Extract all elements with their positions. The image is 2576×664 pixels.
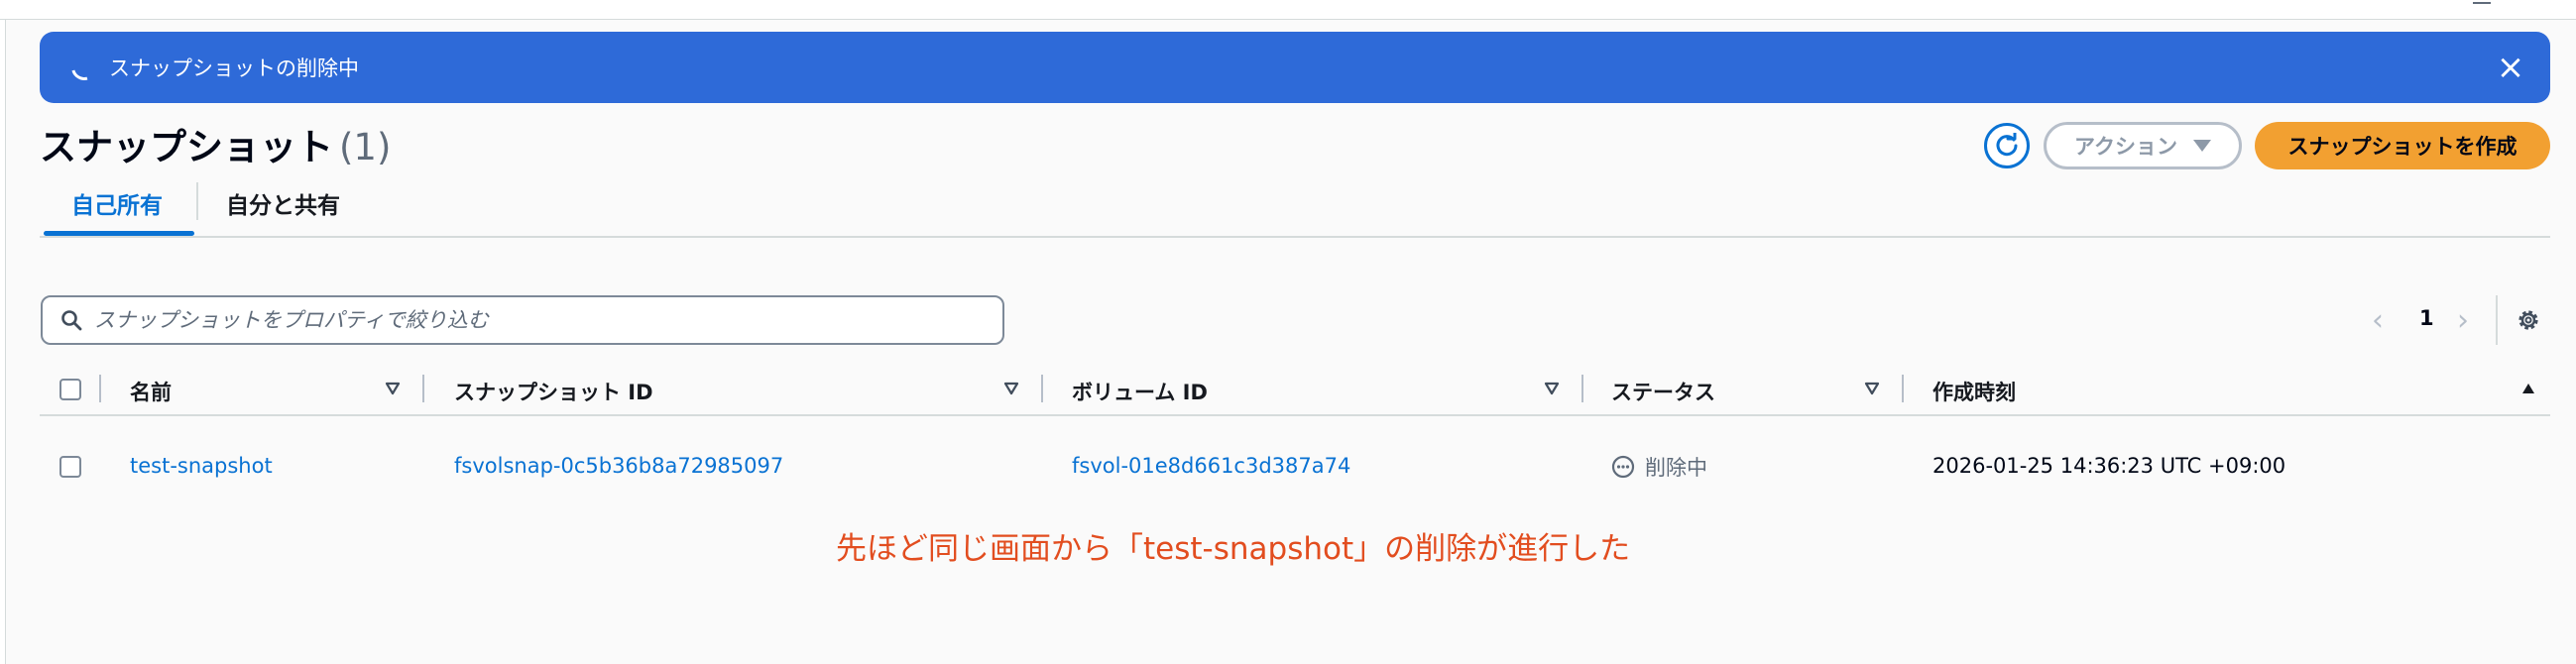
top-border bbox=[0, 0, 2576, 20]
refresh-icon bbox=[1996, 133, 2018, 157]
column-header-volume-id[interactable]: ボリューム ID bbox=[1072, 377, 1208, 406]
column-header-snapshot-id[interactable]: スナップショット ID bbox=[454, 377, 653, 406]
search-icon bbox=[61, 310, 82, 331]
active-tab-indicator bbox=[44, 231, 194, 236]
left-border bbox=[0, 20, 6, 664]
filter-box[interactable] bbox=[41, 295, 1004, 345]
page-title: スナップショット (1) bbox=[40, 117, 391, 170]
sort-down-icon[interactable] bbox=[1864, 381, 1880, 396]
column-separator[interactable] bbox=[1041, 375, 1043, 402]
actions-dropdown-button[interactable]: アクション bbox=[2044, 122, 2242, 169]
sort-down-icon[interactable] bbox=[1544, 381, 1560, 396]
column-separator[interactable] bbox=[422, 375, 424, 402]
table-header: 名前 スナップショット ID ボリューム ID ステータス 作成時刻 bbox=[40, 365, 2550, 416]
column-separator bbox=[99, 375, 101, 402]
column-separator[interactable] bbox=[1581, 375, 1583, 402]
chevron-right-icon[interactable]: › bbox=[2457, 303, 2469, 338]
snapshot-id-link[interactable]: fsvolsnap-0c5b36b8a72985097 bbox=[454, 454, 783, 478]
flash-notification: スナップショットの削除中 × bbox=[40, 32, 2550, 103]
select-all-checkbox[interactable] bbox=[59, 379, 81, 400]
annotation-note: 先ほど同じ画面から「test-snapshot」の削除が進行した bbox=[836, 531, 1631, 567]
status-indicator: 削除中 bbox=[1611, 452, 1707, 482]
settings-icon[interactable] bbox=[2516, 307, 2541, 333]
status-text: 削除中 bbox=[1645, 456, 1707, 480]
filter-input[interactable] bbox=[94, 308, 967, 332]
window-corner-mark bbox=[2473, 0, 2491, 4]
volume-id-link[interactable]: fsvol-01e8d661c3d387a74 bbox=[1072, 454, 1350, 478]
flash-message: スナップショットの削除中 bbox=[109, 56, 359, 80]
sort-down-icon[interactable] bbox=[385, 381, 401, 396]
current-page-number[interactable]: 1 bbox=[2419, 306, 2434, 330]
create-snapshot-button[interactable]: スナップショットを作成 bbox=[2255, 122, 2550, 169]
row-checkbox[interactable] bbox=[59, 456, 81, 478]
page: スナップショットの削除中 × スナップショット (1) アクション スナップショッ… bbox=[0, 0, 2576, 664]
refresh-button[interactable] bbox=[1984, 123, 2030, 168]
page-title-text: スナップショット bbox=[40, 126, 333, 168]
tab-bar: 自己所有 自分と共有 bbox=[40, 178, 2550, 238]
tab-separator bbox=[196, 182, 198, 220]
item-count: (1) bbox=[339, 126, 392, 168]
spinner-icon bbox=[66, 50, 102, 85]
actions-label: アクション bbox=[2074, 135, 2177, 159]
tab-shared-with-me[interactable]: 自分と共有 bbox=[226, 186, 340, 220]
pagination-separator bbox=[2496, 295, 2498, 345]
created-time: 2026-01-25 14:36:23 UTC +09:00 bbox=[1932, 454, 2286, 478]
status-in-progress-icon bbox=[1611, 455, 1635, 479]
column-header-status[interactable]: ステータス bbox=[1611, 377, 1715, 406]
table-row: test-snapshot fsvolsnap-0c5b36b8a7298509… bbox=[40, 436, 2550, 496]
sort-up-icon[interactable] bbox=[2520, 381, 2536, 396]
column-header-name[interactable]: 名前 bbox=[130, 377, 172, 406]
caret-down-icon bbox=[2192, 140, 2211, 152]
column-separator[interactable] bbox=[1902, 375, 1904, 402]
close-icon[interactable]: × bbox=[2493, 50, 2528, 85]
tab-owned-by-me[interactable]: 自己所有 bbox=[71, 186, 163, 220]
column-header-created[interactable]: 作成時刻 bbox=[1932, 377, 2016, 406]
chevron-left-icon[interactable]: ‹ bbox=[2372, 303, 2384, 338]
snapshot-name-link[interactable]: test-snapshot bbox=[130, 454, 273, 478]
sort-down-icon[interactable] bbox=[1003, 381, 1019, 396]
